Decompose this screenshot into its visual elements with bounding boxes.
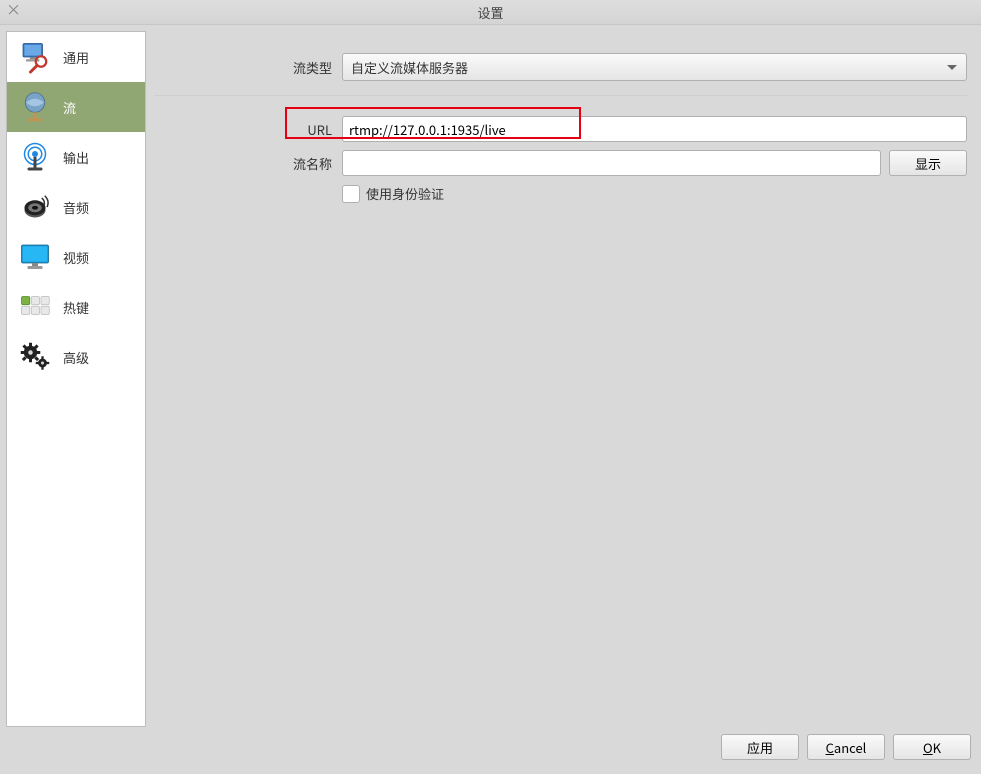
window-title: 设置	[477, 3, 503, 22]
url-input[interactable]	[342, 116, 967, 142]
use-auth-wrapper[interactable]: 使用身份验证	[342, 184, 444, 203]
gears-icon	[15, 337, 55, 377]
row-stream-name: 流名称 显示	[154, 146, 967, 180]
sidebar-item-output[interactable]: 输出	[7, 132, 145, 182]
ok-mnemonic: O	[923, 738, 933, 757]
separator	[154, 95, 967, 96]
sidebar-item-label: 通用	[63, 48, 89, 67]
sidebar-item-audio[interactable]: 音频	[7, 182, 145, 232]
ok-button[interactable]: OK	[893, 734, 971, 760]
wrench-screen-icon	[15, 37, 55, 77]
label-url: URL	[154, 120, 342, 139]
use-auth-label: 使用身份验证	[366, 184, 444, 203]
sidebar-item-general[interactable]: 通用	[7, 32, 145, 82]
sidebar-item-video[interactable]: 视频	[7, 232, 145, 282]
row-use-auth: 使用身份验证	[154, 180, 967, 207]
stream-name-input[interactable]	[342, 150, 881, 176]
close-icon[interactable]: ×	[6, 3, 20, 17]
broadcast-icon	[15, 137, 55, 177]
stream-type-value: 自定义流媒体服务器	[351, 58, 468, 77]
stream-type-dropdown[interactable]: 自定义流媒体服务器	[342, 53, 967, 81]
cancel-button[interactable]: Cancel	[807, 734, 885, 760]
sidebar-item-label: 视频	[63, 248, 89, 267]
row-stream-type: 流类型 自定义流媒体服务器	[154, 49, 967, 85]
dialog-footer: 应用 Cancel OK	[0, 727, 981, 767]
keyboard-keys-icon	[15, 287, 55, 327]
use-auth-checkbox[interactable]	[342, 185, 360, 203]
sidebar-item-label: 流	[63, 98, 76, 117]
sidebar-item-label: 高级	[63, 348, 89, 367]
monitor-icon	[15, 237, 55, 277]
sidebar-item-label: 输出	[63, 148, 89, 167]
label-stream-type: 流类型	[154, 58, 342, 77]
sidebar-item-hotkeys[interactable]: 热键	[7, 282, 145, 332]
row-url: URL	[154, 112, 967, 146]
ok-rest: K	[933, 738, 941, 757]
settings-sidebar: 通用 流	[6, 31, 146, 727]
show-button[interactable]: 显示	[889, 150, 967, 176]
cancel-rest: ancel	[834, 738, 866, 757]
titlebar: × 设置	[0, 0, 981, 25]
sidebar-item-advanced[interactable]: 高级	[7, 332, 145, 382]
speaker-icon	[15, 187, 55, 227]
sidebar-item-stream[interactable]: 流	[7, 82, 145, 132]
apply-button[interactable]: 应用	[721, 734, 799, 760]
settings-main-panel: 流类型 自定义流媒体服务器 URL 流名称 显示	[152, 31, 975, 727]
sidebar-item-label: 热键	[63, 298, 89, 317]
cancel-mnemonic: C	[826, 738, 834, 757]
label-stream-name: 流名称	[154, 154, 342, 173]
globe-network-icon	[15, 87, 55, 127]
sidebar-item-label: 音频	[63, 198, 89, 217]
